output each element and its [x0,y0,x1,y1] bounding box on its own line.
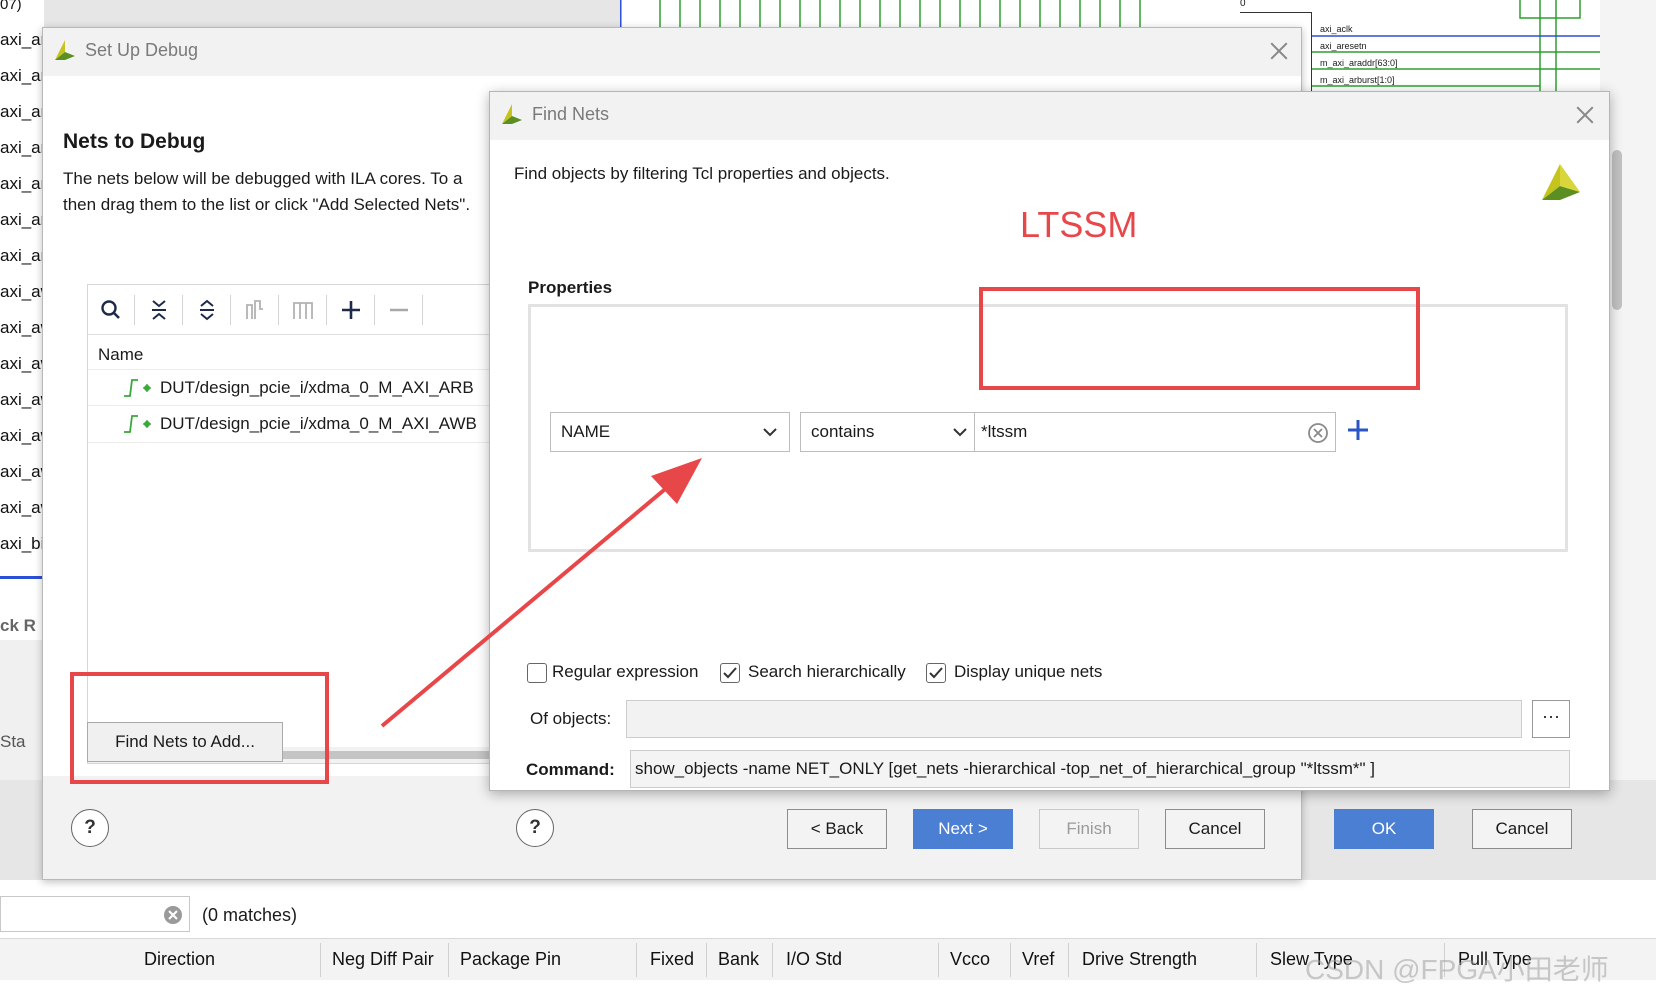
find-titlebar[interactable]: Find Nets [490,92,1609,140]
panel-label: ck R [0,616,36,635]
column-header[interactable]: Vcco [950,949,990,970]
hierarchical-checkbox[interactable] [720,663,740,683]
back-button[interactable]: < Back [787,809,887,849]
port-row: axi_aw [0,318,44,337]
io-search-input[interactable] [0,896,190,932]
unique-nets-checkbox[interactable] [926,663,946,683]
vivado-logo-icon [1542,164,1580,200]
finish-button: Finish [1039,809,1139,849]
column-header[interactable]: Fixed [650,949,694,970]
find-nets-dialog: Find Nets Find objects by filtering Tcl … [489,91,1610,849]
column-header[interactable]: I/O Std [786,949,842,970]
port-row: axi_ar [0,30,44,49]
panel-label: Sta [0,732,26,751]
add-property-icon[interactable] [1346,418,1370,442]
find-cancel-button[interactable]: Cancel [1472,809,1572,849]
net-row[interactable]: DUT/design_pcie_i/xdma_0_M_AXI_AWB [88,405,546,441]
column-header[interactable]: Direction [144,949,215,970]
scroll-thumb[interactable] [1612,150,1622,310]
net-name: DUT/design_pcie_i/xdma_0_M_AXI_ARB [160,378,474,397]
of-objects-input[interactable] [626,700,1522,738]
nets-toolbar [88,285,546,335]
group-icon[interactable] [242,297,268,323]
net-signal-icon [124,379,151,397]
port-row: axi_aw [0,390,44,409]
filter-value-text: *ltssm [981,422,1028,441]
port-row: axi_aw [0,498,44,517]
property-select-value: NAME [561,422,611,441]
nets-heading: Nets to Debug [63,130,206,153]
port-row: axi_aw [0,462,44,481]
remove-icon[interactable] [386,297,412,323]
setup-title: Set Up Debug [85,40,199,60]
clear-icon[interactable] [1307,422,1329,444]
annotation-text: LTSSM [1020,204,1138,245]
background-panel: Sta [0,640,44,780]
port-row: axi_ar [0,210,44,229]
chevron-down-icon [953,428,967,437]
column-header-name[interactable]: Name [98,345,143,365]
browse-objects-button[interactable]: ··· [1532,700,1570,738]
setup-help-button[interactable]: ? [71,809,109,847]
net-row[interactable]: DUT/design_pcie_i/xdma_0_M_AXI_ARB [88,369,546,405]
net-name: DUT/design_pcie_i/xdma_0_M_AXI_AWB [160,414,477,433]
hierarchical-label[interactable]: Search hierarchically [748,662,906,682]
filter-value-input[interactable]: *ltssm [974,412,1336,452]
setup-titlebar[interactable]: Set Up Debug [43,28,1301,76]
port-row: axi_ar [0,138,44,157]
column-header[interactable]: Bank [718,949,759,970]
port-row: axi_bid [0,534,44,553]
highlight-box-filter [979,287,1420,390]
regex-label[interactable]: Regular expression [552,662,698,682]
unique-nets-label[interactable]: Display unique nets [954,662,1102,682]
regex-checkbox[interactable] [527,663,547,683]
background-port-list: 07) axi_ar axi_ar axi_ar axi_ar axi_ar a… [0,0,44,640]
find-help-button[interactable]: ? [516,809,554,847]
nets-description: The nets below will be debugged with ILA… [63,169,463,188]
net-signal-icon [124,415,151,433]
nets-description: then drag them to the list or click "Add… [63,195,471,214]
highlight-box-find-nets [70,672,329,784]
add-icon[interactable] [338,297,364,323]
port-row: axi_ar [0,246,44,265]
close-icon[interactable] [1574,104,1596,126]
ungroup-icon[interactable] [290,297,316,323]
find-title: Find Nets [532,104,610,124]
operator-select[interactable]: contains [800,412,980,452]
vivado-logo-icon [502,104,522,124]
port-row: axi_ar [0,66,44,85]
port-row: axi_aw [0,354,44,373]
expand-all-icon[interactable] [194,297,220,323]
properties-label: Properties [528,278,613,297]
collapse-all-icon[interactable] [146,297,172,323]
vivado-logo-icon [55,40,75,60]
find-description: Find objects by filtering Tcl properties… [514,164,890,183]
port-row: axi_ar [0,102,44,121]
port-row: axi_aw [0,282,44,301]
check-icon [723,667,737,679]
check-icon [929,667,943,679]
command-field[interactable]: show_objects -name NET_ONLY [get_nets -h… [630,750,1570,788]
of-objects-label: Of objects: [530,709,612,728]
column-header[interactable]: Vref [1022,949,1054,970]
close-icon[interactable] [1268,40,1290,62]
operator-select-value: contains [811,422,875,441]
column-header[interactable]: Package Pin [460,949,561,970]
ok-button[interactable]: OK [1334,809,1434,849]
port-row: axi_ar [0,174,44,193]
search-icon[interactable] [98,297,124,323]
command-label: Command: [526,760,615,779]
watermark: CSDN @FPGA小田老师 [1305,954,1609,985]
column-header[interactable]: Drive Strength [1082,949,1197,970]
column-header[interactable]: Neg Diff Pair [332,949,434,970]
port-row: axi_aw [0,426,44,445]
property-select[interactable]: NAME [550,412,790,452]
clear-search-icon[interactable] [163,905,183,925]
setup-cancel-button[interactable]: Cancel [1165,809,1265,849]
match-count: (0 matches) [202,905,298,925]
chevron-down-icon [763,428,777,437]
next-button[interactable]: Next > [913,809,1013,849]
